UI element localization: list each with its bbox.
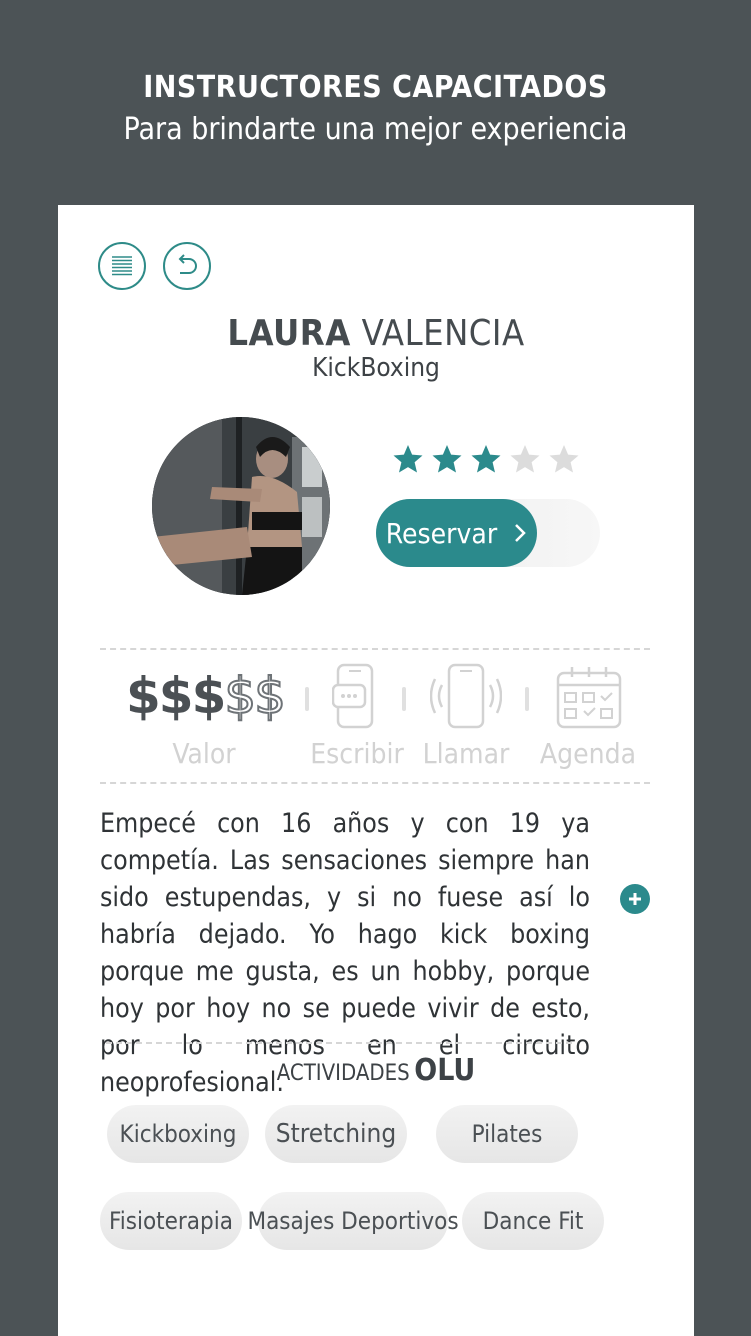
- list-icon: [112, 256, 132, 276]
- star-empty-icon: [549, 445, 579, 473]
- activity-pill-stretching[interactable]: Stretching: [265, 1105, 407, 1163]
- header-title: INSTRUCTORES CAPACITADOS: [143, 70, 608, 105]
- menu-button[interactable]: [98, 242, 146, 290]
- separator: [525, 687, 529, 711]
- write-label: Escribir: [310, 737, 404, 770]
- divider: [106, 1042, 572, 1044]
- instructor-last-name: VALENCIA: [361, 313, 525, 354]
- read-more-button[interactable]: [620, 884, 650, 914]
- activities-title-brand: OLU: [414, 1053, 476, 1088]
- activity-pill-pilates[interactable]: Pilates: [436, 1105, 578, 1163]
- activity-pill-fisioterapia[interactable]: Fisioterapia: [100, 1192, 242, 1250]
- instructor-first-name: LAURA: [227, 313, 351, 354]
- divider: [100, 782, 650, 784]
- star-empty-icon: [510, 445, 540, 473]
- price-label: Valor: [172, 737, 236, 770]
- reserve-button[interactable]: Reservar: [376, 499, 537, 567]
- calendar-icon[interactable]: [555, 663, 623, 731]
- call-label: Llamar: [422, 737, 510, 770]
- separator: [402, 687, 406, 711]
- activities-title: ACTIVIDADES OLU: [58, 1053, 694, 1088]
- vibrating-phone-icon[interactable]: [430, 663, 502, 731]
- star-icon: [393, 445, 423, 473]
- star-icon: [432, 445, 462, 473]
- price-level: $$$$$: [126, 666, 287, 726]
- header-subtitle: Para brindarte una mejor experiencia: [123, 112, 628, 147]
- instructor-name: LAURA VALENCIA: [58, 313, 694, 354]
- agenda-label: Agenda: [539, 737, 637, 770]
- separator: [305, 687, 309, 711]
- activity-pill-masajes-deportivos[interactable]: Masajes Deportivos: [247, 1192, 459, 1250]
- star-icon: [471, 445, 501, 473]
- instructor-card: LAURA VALENCIA KickBoxing Reservar $$$$$…: [58, 205, 694, 1336]
- plus-circle-icon: [629, 893, 641, 905]
- instructor-discipline: KickBoxing: [312, 353, 440, 383]
- chevron-right-icon: [515, 524, 526, 542]
- activity-pill-dance-fit[interactable]: Dance Fit: [462, 1192, 604, 1250]
- rating-stars: [392, 443, 580, 475]
- activity-pill-kickboxing[interactable]: Kickboxing: [107, 1105, 249, 1163]
- chat-phone-icon[interactable]: [332, 663, 378, 731]
- price-active: $$$: [126, 667, 226, 725]
- undo-arrow-icon: [178, 254, 197, 274]
- back-button[interactable]: [163, 242, 211, 290]
- divider: [100, 648, 650, 650]
- price-inactive: $$: [223, 666, 287, 726]
- instructor-photo: [152, 417, 330, 595]
- reserve-label: Reservar: [385, 516, 498, 550]
- activities-title-prefix: ACTIVIDADES: [276, 1061, 410, 1086]
